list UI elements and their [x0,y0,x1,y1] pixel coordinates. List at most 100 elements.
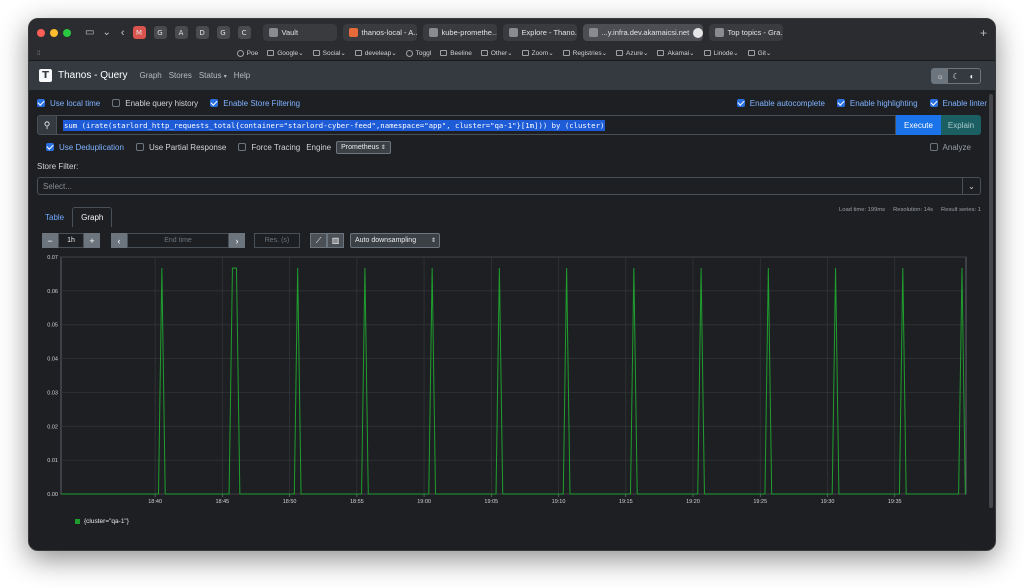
x-tick-label: 19:30 [821,499,835,505]
legend-series-name[interactable]: {cluster="qa-1"} [84,518,129,525]
chart-svg[interactable]: 0.07 0.06 0.05 0.04 0.03 0.02 0.01 0.00 18:40 18:… [29,252,987,512]
page-scrollbar[interactable] [989,94,993,508]
explain-button[interactable]: Explain [941,115,981,135]
enable-store-filtering-label[interactable]: Enable Store Filtering [223,99,300,108]
enable-highlighting-label[interactable]: Enable highlighting [850,99,918,108]
pinned-tab-3[interactable]: D [195,26,209,39]
thanos-logo-icon[interactable]: T [39,69,52,82]
force-tracing-checkbox[interactable] [238,143,247,151]
analyze-checkbox[interactable] [929,143,938,151]
bookmark-label: Poe [246,49,259,57]
use-local-time-checkbox[interactable] [37,99,45,107]
sidebar-toggle-icon[interactable]: ▭ [85,27,94,38]
sun-icon[interactable]: ☼ [932,69,948,83]
bookmark-social[interactable]: Social ⌄ [312,49,346,57]
bookmark-beeline[interactable]: Beeline [440,50,472,57]
enable-highlighting-checkbox[interactable] [836,99,845,107]
bookmark-linode[interactable]: Linode ⌄ [703,49,739,57]
execute-button[interactable]: Execute [896,115,941,135]
enable-query-history-checkbox[interactable] [112,99,121,107]
nav-status[interactable]: Status ▾ [199,71,227,80]
pinned-tab-gmail[interactable]: M [132,26,146,39]
zoom-window-button[interactable] [63,28,71,37]
nav-stores[interactable]: Stores [169,71,192,80]
end-time-input[interactable]: End time [127,233,229,248]
nav-help[interactable]: Help [234,71,250,80]
browser-tab-top-topics[interactable]: Top topics - Gra... [708,24,783,41]
pinned-tab-2[interactable]: A [174,26,188,39]
bookmark-poe[interactable]: Poe [236,49,259,57]
pinned-tab-1[interactable]: G [153,26,167,39]
enable-store-filtering-checkbox[interactable] [210,99,219,107]
minimize-window-button[interactable] [50,28,58,37]
use-local-time-label[interactable]: Use local time [50,99,100,108]
bookmark-zoom[interactable]: Zoom ⌄ [521,49,554,57]
browser-tab-thanos-local[interactable]: thanos-local - A... [342,24,417,41]
enable-autocomplete-checkbox[interactable] [736,99,745,107]
app-brand[interactable]: Thanos - Query [58,70,127,81]
bookmark-google[interactable]: Google ⌄ [267,49,304,57]
back-arrow-icon[interactable]: ‹ [121,27,125,39]
bookmark-label: Other [490,49,508,57]
downsampling-select[interactable]: Auto downsampling ⇕ [350,233,440,248]
browser-tab-kube-prometheus[interactable]: kube-promethe... [422,24,497,41]
browser-tab-bar: ▭ ⌄ ‹ M G A D G C Vault thanos-local - A… [29,19,995,46]
end-time-prev-button[interactable]: ‹ [111,233,127,248]
enable-linter-checkbox[interactable] [929,99,938,107]
bookmark-git[interactable]: Git ⌄ [747,49,771,57]
analyze-label[interactable]: Analyze [943,143,971,152]
use-partial-response-checkbox[interactable] [135,143,144,151]
apps-grid-icon[interactable]: ⁞⁞ [37,50,41,57]
range-increase-button[interactable]: + [84,233,100,248]
use-partial-response-label[interactable]: Use Partial Response [149,143,226,152]
bookmark-label: Registries [572,49,602,57]
chevron-down-icon[interactable]: ⌄ [102,27,110,38]
line-chart-icon[interactable]: ⟋ [310,233,327,248]
new-tab-icon[interactable]: + [980,26,987,40]
close-icon[interactable] [588,28,598,37]
query-bar: ⚲ sum (irate(starlord_http_requests_tota… [37,115,981,135]
graph-chart[interactable]: 0.07 0.06 0.05 0.04 0.03 0.02 0.01 0.00 18:40 18:… [29,252,987,512]
use-deduplication-label[interactable]: Use Deduplication [59,143,124,152]
bookmark-azure[interactable]: Azure ⌄ [616,49,648,57]
pinned-tab-4[interactable]: G [216,26,230,39]
browser-tab-explore-thanos[interactable]: Explore - Thano... [502,24,577,41]
store-filter-select[interactable]: Select... ⌄ [37,177,981,195]
contrast-icon[interactable]: ◐ [964,69,980,83]
enable-linter-label[interactable]: Enable linter [943,99,987,108]
enable-query-history-label[interactable]: Enable query history [125,99,198,108]
browser-tab-vault[interactable]: Vault [262,24,337,41]
stacked-chart-icon[interactable]: ▥ [327,233,344,248]
expression-input[interactable]: sum (irate(starlord_http_requests_total{… [57,115,896,135]
end-time-next-button[interactable]: › [229,233,245,248]
plot-area [60,256,967,495]
bookmark-toggl[interactable]: Toggl [405,49,431,57]
enable-autocomplete-label[interactable]: Enable autocomplete [750,99,825,108]
bookmark-registries[interactable]: Registries ⌄ [562,49,607,57]
globe-icon [236,49,244,57]
range-decrease-button[interactable]: − [42,233,58,248]
favicon-icon [428,28,438,37]
browser-tab-active[interactable]: ...y.infra.dev.akamaicsi.net [582,24,703,41]
tab-table[interactable]: Table [37,207,72,227]
close-window-button[interactable] [37,28,45,37]
more-icon[interactable] [693,27,703,38]
nav-graph[interactable]: Graph [139,71,161,80]
bookmark-other[interactable]: Other ⌄ [480,49,513,57]
pinned-tab-5[interactable]: C [237,26,251,39]
chevron-down-icon[interactable]: ⌄ [962,178,980,194]
query-options: Use Deduplication Use Partial Response F… [46,140,391,154]
resolution-input[interactable]: Res. (s) [254,233,300,248]
bookmark-develeap[interactable]: develeap ⌄ [354,49,397,57]
engine-select[interactable]: Prometheus ⇕ [336,140,391,154]
bookmark-label: Google [277,49,299,57]
tab-graph[interactable]: Graph [72,207,113,227]
use-deduplication-checkbox[interactable] [46,143,54,151]
window-controls [37,28,71,37]
moon-icon[interactable]: ☾ [948,69,964,83]
bookmark-akamai[interactable]: Akamai ⌄ [657,49,695,57]
bookmark-label: Zoom [531,49,549,57]
graph-legend[interactable]: {cluster="qa-1"} [75,518,129,525]
range-input[interactable]: 1h [58,233,84,248]
force-tracing-label[interactable]: Force Tracing [251,143,300,152]
